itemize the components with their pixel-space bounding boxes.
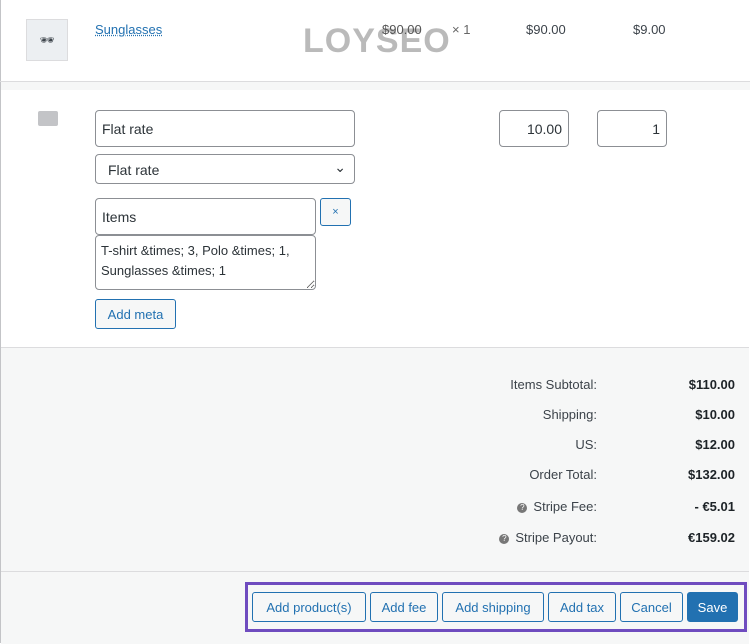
total-label-text: Stripe Payout: <box>515 530 597 545</box>
add-meta-button[interactable]: Add meta <box>95 299 176 329</box>
item-cost: $90.00 <box>382 22 422 37</box>
truck-icon <box>38 111 58 126</box>
total-value: $12.00 <box>695 437 735 452</box>
total-label-text: Items Subtotal: <box>510 377 597 392</box>
product-thumbnail: 🕶 <box>26 19 68 61</box>
total-value: $10.00 <box>695 407 735 422</box>
shipping-method-select[interactable]: Flat rate ⌄ <box>95 154 355 184</box>
total-label-text: Order Total: <box>529 467 597 482</box>
add-fee-button[interactable]: Add fee <box>370 592 438 622</box>
total-label-text: Shipping: <box>542 407 597 422</box>
shipping-method-value: Flat rate <box>108 162 160 178</box>
shipping-cost-input[interactable] <box>499 110 569 147</box>
total-value: $110.00 <box>688 377 735 392</box>
total-label: ? Stripe Fee: <box>397 499 597 514</box>
save-button[interactable]: Save <box>687 592 738 622</box>
total-label: Order Total: <box>397 467 597 482</box>
product-link[interactable]: Sunglasses <box>95 22 162 37</box>
chevron-down-icon: ⌄ <box>334 159 346 175</box>
add-tax-button[interactable]: Add tax <box>548 592 616 622</box>
help-icon[interactable]: ? <box>517 503 528 513</box>
total-value: $132.00 <box>688 467 735 482</box>
meta-value-textarea[interactable]: T-shirt &times; 3, Polo &times; 1, Sungl… <box>95 235 316 290</box>
item-tax: $9.00 <box>633 22 666 37</box>
add-shipping-button[interactable]: Add shipping <box>442 592 544 622</box>
total-label: US: <box>397 437 597 452</box>
sunglasses-icon: 🕶 <box>39 33 55 47</box>
total-label: ? Stripe Payout: <box>397 530 597 545</box>
cancel-button[interactable]: Cancel <box>620 592 683 622</box>
item-qty: × 1 <box>452 22 471 37</box>
watermark-logo: LOYSEO <box>303 22 451 60</box>
shipping-name-input[interactable] <box>95 110 355 147</box>
remove-meta-button[interactable]: × <box>320 198 351 226</box>
total-label: Shipping: <box>397 407 597 422</box>
total-value: - €5.01 <box>694 499 735 514</box>
row-gap <box>1 82 750 90</box>
total-label-text: US: <box>575 437 597 452</box>
meta-key-input[interactable] <box>95 198 316 235</box>
total-value: €159.02 <box>688 530 735 545</box>
help-icon[interactable]: ? <box>499 534 510 544</box>
item-total: $90.00 <box>526 22 566 37</box>
add-products-button[interactable]: Add product(s) <box>252 592 366 622</box>
total-label-text: Stripe Fee: <box>533 499 597 514</box>
shipping-tax-input[interactable] <box>597 110 667 147</box>
total-label: Items Subtotal: <box>397 377 597 392</box>
